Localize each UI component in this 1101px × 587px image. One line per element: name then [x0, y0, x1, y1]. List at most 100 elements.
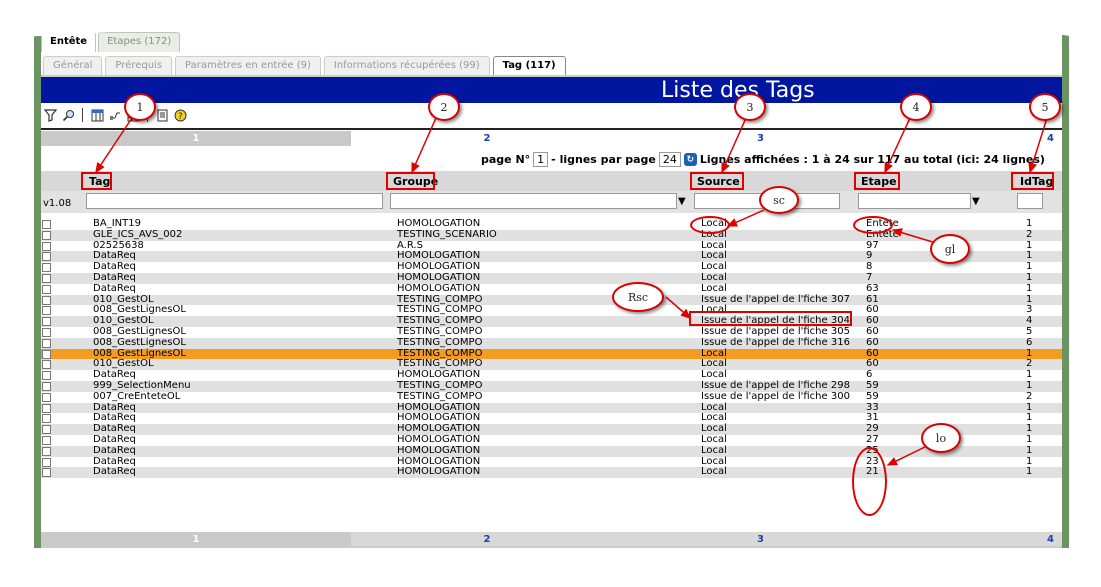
- table-row[interactable]: 008_GestLignesOL TESTING_COMPO Issue de l'…: [41, 336, 1062, 349]
- row-checkbox[interactable]: [42, 381, 51, 391]
- table-row[interactable]: DataReq HOMOLOGATION Local 25 1: [41, 444, 1062, 457]
- table-row[interactable]: DataReq HOMOLOGATION Local 29 1: [41, 423, 1062, 435]
- column-rule: [41, 128, 1062, 130]
- annotation-box-groupe: [386, 172, 435, 190]
- table-row[interactable]: 02525638 A.R.S Local 97 1: [41, 240, 1062, 252]
- cell-tag: DataReq: [93, 282, 136, 294]
- tab-informations[interactable]: Informations récupérées (99): [323, 56, 490, 76]
- tab-general[interactable]: Général: [43, 56, 103, 76]
- cell-source: Local: [701, 466, 727, 478]
- page-number-input[interactable]: 1: [533, 152, 549, 167]
- row-checkbox[interactable]: [42, 306, 51, 316]
- row-checkbox[interactable]: [42, 457, 51, 467]
- filter-etape-select[interactable]: [858, 193, 971, 209]
- tab-tag[interactable]: Tag (117): [492, 56, 566, 76]
- page-label: page N°: [481, 153, 531, 166]
- filter-tag-input[interactable]: [86, 193, 383, 209]
- column-index[interactable]: 3: [623, 131, 898, 146]
- header-row: [41, 171, 1062, 191]
- table-row[interactable]: 008_GestLignesOL TESTING_COMPO Local 60 3: [41, 305, 1062, 316]
- row-checkbox[interactable]: [42, 263, 51, 273]
- table-row[interactable]: 010_GestOL TESTING_COMPO Local 60 2: [41, 359, 1062, 371]
- row-checkbox[interactable]: [42, 414, 51, 424]
- annotation-marker-1: 1: [124, 93, 156, 121]
- filter-groupe-select[interactable]: [390, 193, 677, 209]
- annotation-marker-rsc: Rsc: [612, 282, 664, 312]
- annotation-marker-gl: gl: [930, 234, 970, 264]
- row-checkbox[interactable]: [42, 403, 51, 413]
- row-checkbox[interactable]: [42, 446, 51, 456]
- link-icon[interactable]: [108, 108, 122, 122]
- table-row[interactable]: 007_CreEnteteOL TESTING_COMPO Issue de l'a…: [41, 390, 1062, 403]
- export-icon[interactable]: [155, 108, 169, 122]
- help-icon[interactable]: ?: [173, 108, 187, 122]
- table-row[interactable]: DataReq HOMOLOGATION Local 21 1: [41, 466, 1062, 479]
- cell-tag: DataReq: [93, 444, 136, 456]
- row-checkbox[interactable]: [42, 220, 51, 229]
- tag-table: BA_INT19 HOMOLOGATION Local Entête 1 GLE_ICS_…: [41, 218, 1062, 479]
- cell-groupe: TESTING_COMPO: [397, 336, 483, 348]
- cell-idtag: 2: [1026, 228, 1033, 240]
- column-index[interactable]: 1: [41, 131, 351, 146]
- table-row[interactable]: DataReq HOMOLOGATION Local 9 1: [41, 251, 1062, 263]
- row-checkbox[interactable]: [42, 241, 51, 251]
- table-row[interactable]: 008_GestLignesOL TESTING_COMPO Local 60 1: [41, 348, 1062, 360]
- row-checkbox[interactable]: [42, 273, 51, 283]
- filter-icon[interactable]: [43, 108, 57, 122]
- tab-prerequis[interactable]: Prérequis: [105, 56, 173, 76]
- dropdown-arrow-icon[interactable]: ▼: [972, 196, 980, 207]
- refresh-icon[interactable]: ↻: [683, 153, 697, 166]
- svg-text:?: ?: [178, 112, 183, 122]
- table-row[interactable]: 999_SelectionMenu TESTING_COMPO Issue de l…: [41, 380, 1062, 392]
- row-checkbox[interactable]: [42, 425, 51, 435]
- lines-label: - lignes par page: [551, 153, 656, 166]
- annotation-marker-4: 4: [900, 93, 932, 121]
- cell-idtag: 1: [1026, 444, 1033, 456]
- row-checkbox[interactable]: [42, 284, 51, 294]
- column-index[interactable]: 2: [351, 131, 623, 146]
- row-checkbox[interactable]: [42, 317, 51, 327]
- cell-etape: 63: [866, 282, 879, 294]
- table-row[interactable]: DataReq HOMOLOGATION Local 63 1: [41, 282, 1062, 295]
- row-checkbox[interactable]: [42, 360, 51, 370]
- row-checkbox[interactable]: [42, 468, 51, 478]
- table-row[interactable]: 008_GestLignesOL TESTING_COMPO Issue de l'…: [41, 326, 1062, 338]
- cell-source: Issue de l'appel de l'fiche 300: [701, 390, 850, 402]
- cell-groupe: TESTING_COMPO: [397, 390, 483, 402]
- pager: page N° 1 - lignes par page 24 ↻ Lignes …: [481, 152, 1045, 167]
- table-row[interactable]: DataReq HOMOLOGATION Local 8 1: [41, 261, 1062, 273]
- toolbar-separator: [82, 108, 83, 122]
- row-checkbox[interactable]: [42, 295, 51, 305]
- row-checkbox[interactable]: [42, 435, 51, 445]
- table-row[interactable]: BA_INT19 HOMOLOGATION Local Entête 1: [41, 218, 1062, 230]
- annotation-box-tag: [81, 172, 112, 190]
- filter-idtag-input[interactable]: [1017, 193, 1043, 209]
- row-checkbox[interactable]: [42, 371, 51, 381]
- table-row[interactable]: 010_GestOL TESTING_COMPO Issue de l'appel …: [41, 294, 1062, 306]
- tab-parametres[interactable]: Paramètres en entrée (9): [175, 56, 321, 76]
- cell-idtag: 1: [1026, 282, 1033, 294]
- row-checkbox[interactable]: [42, 252, 51, 262]
- cell-source: Local: [701, 444, 727, 456]
- dropdown-arrow-icon[interactable]: ▼: [678, 196, 686, 207]
- table-row[interactable]: 010_GestOL TESTING_COMPO Issue de l'appel …: [41, 315, 1062, 327]
- search-icon[interactable]: [61, 108, 75, 122]
- row-checkbox[interactable]: [42, 230, 51, 240]
- lines-per-page-input[interactable]: 24: [658, 152, 681, 167]
- table-row[interactable]: DataReq HOMOLOGATION Local 7 1: [41, 272, 1062, 284]
- row-checkbox[interactable]: [42, 392, 51, 402]
- table-row[interactable]: DataReq HOMOLOGATION Local 23 1: [41, 456, 1062, 468]
- annotation-marker-3: 3: [734, 93, 766, 121]
- table-row[interactable]: GLE_ICS_AVS_002 TESTING_SCENARIO Local Entê…: [41, 228, 1062, 241]
- row-checkbox[interactable]: [42, 338, 51, 348]
- row-checkbox[interactable]: [42, 349, 51, 359]
- columns-icon[interactable]: [90, 108, 104, 122]
- column-index[interactable]: 4: [898, 131, 1062, 146]
- table-row[interactable]: DataReq HOMOLOGATION Local 33 1: [41, 402, 1062, 414]
- cell-groupe: TESTING_SCENARIO: [397, 228, 497, 240]
- table-row[interactable]: DataReq HOMOLOGATION Local 31 1: [41, 413, 1062, 424]
- row-checkbox[interactable]: [42, 327, 51, 337]
- table-row[interactable]: DataReq HOMOLOGATION Local 6 1: [41, 369, 1062, 381]
- table-row[interactable]: DataReq HOMOLOGATION Local 27 1: [41, 434, 1062, 446]
- cell-etape: 60: [866, 336, 879, 348]
